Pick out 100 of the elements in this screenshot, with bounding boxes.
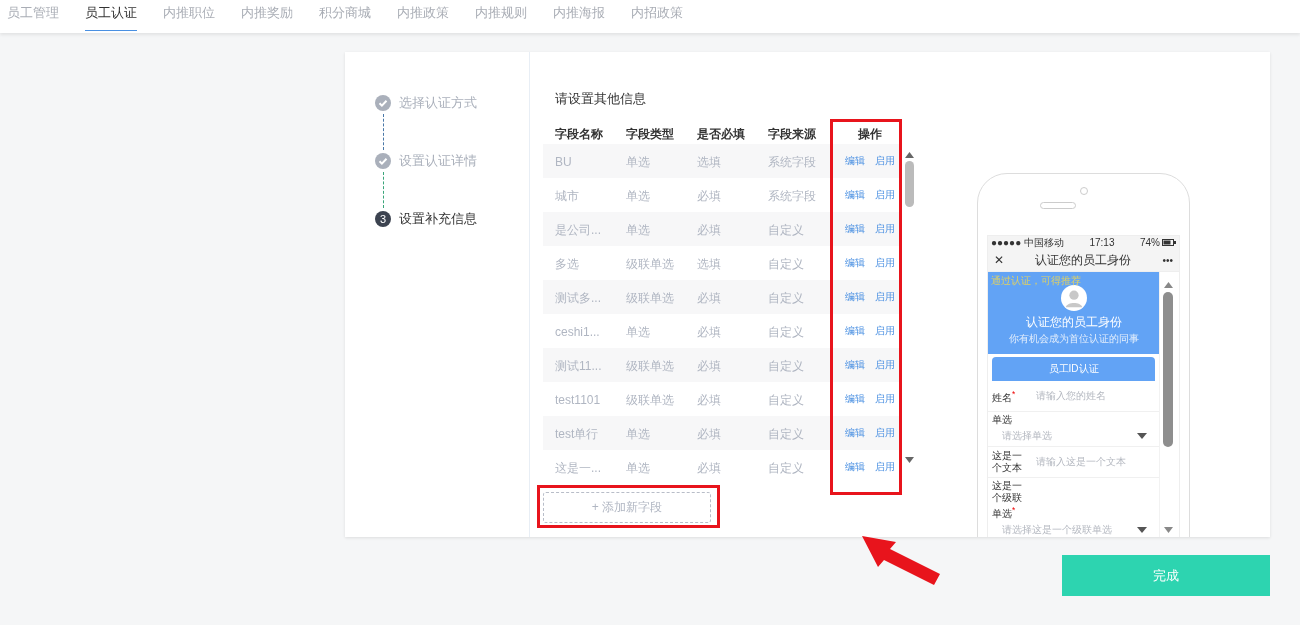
- field-label: 单选: [992, 414, 1013, 426]
- action-link[interactable]: 启用: [875, 290, 895, 304]
- nav-tab[interactable]: 员工管理: [7, 0, 59, 31]
- table-cell: 单选: [626, 221, 650, 239]
- table-cell: 必填: [697, 187, 721, 205]
- action-link[interactable]: 编辑: [845, 188, 865, 202]
- avatar-icon: [1060, 285, 1087, 311]
- table-cell: 必填: [697, 323, 721, 341]
- nav-tab[interactable]: 内推奖励: [241, 0, 293, 31]
- action-link[interactable]: 编辑: [845, 222, 865, 236]
- table-cell: 级联单选: [626, 289, 674, 307]
- step-number: 3: [375, 211, 391, 227]
- action-link[interactable]: 编辑: [845, 392, 865, 406]
- scrollbar-thumb[interactable]: [1163, 292, 1173, 447]
- close-icon[interactable]: ✕: [994, 253, 1005, 267]
- scroll-up-icon[interactable]: [1163, 282, 1173, 288]
- status-time: 17:13: [1089, 236, 1115, 249]
- table-cell: 系统字段: [768, 187, 816, 205]
- action-link[interactable]: 编辑: [845, 426, 865, 440]
- table-cell: 级联单选: [626, 391, 674, 409]
- banner-subtitle: 你有机会成为首位认证的同事: [1008, 332, 1139, 346]
- nav-tab[interactable]: 内推规则: [475, 0, 527, 31]
- carrier-label: ●●●●● 中国移动: [991, 236, 1064, 249]
- banner-note: 通过认证，可得推荐: [991, 274, 1081, 288]
- add-field-button[interactable]: + 添加新字段: [543, 492, 711, 523]
- column-header: 是否必填: [697, 125, 745, 143]
- nav-tab[interactable]: 员工认证: [85, 0, 137, 31]
- table-cell: 单选: [626, 425, 650, 443]
- required-mark: *: [1012, 505, 1016, 515]
- table-cell: test单行: [555, 425, 599, 443]
- banner-title: 认证您的员工身份: [1025, 314, 1122, 331]
- scroll-up-icon[interactable]: [905, 152, 914, 158]
- nav-tab[interactable]: 内招政策: [631, 0, 683, 31]
- step-label: 设置补充信息: [399, 210, 477, 228]
- action-link[interactable]: 启用: [875, 392, 895, 406]
- table-cell: test1101: [555, 393, 601, 407]
- action-link[interactable]: 编辑: [845, 290, 865, 304]
- battery-icon: [1162, 239, 1176, 246]
- table-cell: 必填: [697, 391, 721, 409]
- field-label: 姓名$^{*}$: [992, 387, 1017, 405]
- table-cell: 自定义: [768, 323, 804, 341]
- table-cell: 自定义: [768, 425, 804, 443]
- employee-id-button[interactable]: 员工ID认证: [992, 357, 1155, 381]
- phone-title: 认证您的员工身份: [1035, 251, 1132, 269]
- nav-tab[interactable]: 内推职位: [163, 0, 215, 31]
- table-cell: 必填: [697, 221, 721, 239]
- action-link[interactable]: 编辑: [845, 154, 865, 168]
- action-link[interactable]: 编辑: [845, 358, 865, 372]
- action-link[interactable]: 编辑: [845, 324, 865, 338]
- table-cell: 测试11...: [555, 357, 602, 375]
- table-cell: 自定义: [768, 391, 804, 409]
- action-link[interactable]: 启用: [875, 154, 895, 168]
- column-header: 字段名称: [555, 125, 603, 143]
- battery-percent: 74%: [1140, 236, 1160, 249]
- caret-icon: [1137, 433, 1147, 439]
- table-cell: 自定义: [768, 289, 804, 307]
- nav-tab[interactable]: 内推海报: [553, 0, 605, 31]
- action-link[interactable]: 编辑: [845, 460, 865, 474]
- step-label: 选择认证方式: [399, 94, 477, 112]
- table-cell: 必填: [697, 357, 721, 375]
- action-link[interactable]: 启用: [875, 222, 895, 236]
- scroll-down-icon[interactable]: [905, 457, 914, 463]
- table-cell: 这是一...: [555, 459, 601, 477]
- table-cell: 选填: [697, 255, 721, 273]
- table-cell: 单选: [626, 153, 650, 171]
- field-label: 这是一个级联单选$^{*}$: [992, 480, 1022, 521]
- action-link[interactable]: 启用: [875, 324, 895, 338]
- action-link[interactable]: 启用: [875, 358, 895, 372]
- action-link[interactable]: 启用: [875, 256, 895, 270]
- action-link[interactable]: 启用: [875, 460, 895, 474]
- table-cell: 自定义: [768, 255, 804, 273]
- field-label: 这是一个文本: [992, 450, 1022, 474]
- nav-tab[interactable]: 积分商城: [319, 0, 371, 31]
- caret-icon: [1137, 527, 1147, 534]
- finish-button[interactable]: 完成: [1062, 555, 1270, 596]
- table-cell: 系统字段: [768, 153, 816, 171]
- column-header: 操作: [857, 125, 882, 143]
- action-link[interactable]: 编辑: [845, 256, 865, 270]
- more-icon[interactable]: •••: [1162, 254, 1173, 266]
- section-title: 请设置其他信息: [555, 90, 646, 108]
- table-cell: 自定义: [768, 221, 804, 239]
- select-field[interactable]: 请选择单选: [1002, 430, 1052, 442]
- table-cell: BU: [555, 155, 572, 169]
- column-header: 字段类型: [626, 125, 674, 143]
- table-cell: 单选: [626, 323, 650, 341]
- nav-tab[interactable]: 内推政策: [397, 0, 449, 31]
- input-field[interactable]: 请输入您的姓名: [1036, 390, 1106, 402]
- action-link[interactable]: 启用: [875, 188, 895, 202]
- table-cell: 级联单选: [626, 357, 674, 375]
- table-cell: 自定义: [768, 459, 804, 477]
- scroll-down-icon[interactable]: [1163, 527, 1173, 533]
- table-cell: 选填: [697, 153, 721, 171]
- table-cell: 必填: [697, 289, 721, 307]
- column-header: 字段来源: [768, 125, 816, 143]
- action-link[interactable]: 启用: [875, 426, 895, 440]
- required-mark: *: [1012, 388, 1016, 399]
- table-cell: 必填: [697, 459, 721, 477]
- scrollbar-thumb[interactable]: [905, 161, 914, 207]
- table-cell: 是公司...: [555, 221, 601, 239]
- table-cell: 多选: [555, 255, 579, 273]
